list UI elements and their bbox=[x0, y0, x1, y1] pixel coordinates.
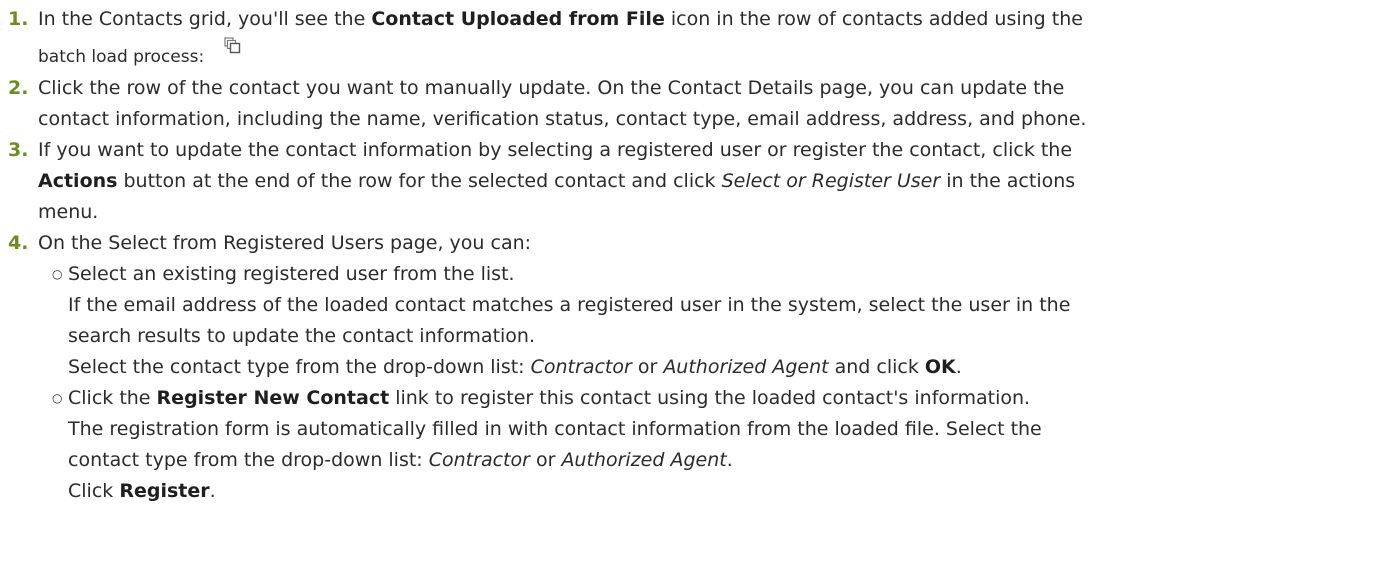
text: and click bbox=[828, 356, 925, 378]
text: Select the contact type from the drop-do… bbox=[68, 356, 531, 378]
step-body: In the Contacts grid, you'll see the Con… bbox=[38, 4, 1380, 73]
step-body: If you want to update the contact inform… bbox=[38, 135, 1380, 228]
step-body: On the Select from Registered Users page… bbox=[38, 228, 1380, 507]
step-4-intro: On the Select from Registered Users page… bbox=[38, 232, 532, 254]
text: contact type from the drop-down list: bbox=[68, 449, 429, 471]
contact-uploaded-label: Contact Uploaded from File bbox=[371, 8, 665, 30]
ok-label: OK bbox=[924, 356, 956, 378]
text: . bbox=[726, 449, 733, 471]
option-1-line-1: Select an existing registered user from … bbox=[68, 263, 515, 285]
step-1: 1. In the Contacts grid, you'll see the … bbox=[8, 4, 1380, 73]
option-2-line-1: Click the Register New Contact link to r… bbox=[68, 383, 1380, 414]
option-2-line-2: The registration form is automatically f… bbox=[68, 418, 1042, 440]
option-register-new: ○ Click the Register New Contact link to… bbox=[38, 383, 1380, 507]
step-3-line-2: Actions button at the end of the row for… bbox=[38, 166, 1380, 197]
contractor-label: Contractor bbox=[530, 356, 632, 378]
steps-list: 1. In the Contacts grid, you'll see the … bbox=[8, 4, 1380, 507]
option-2-line-3: contact type from the drop-down list: Co… bbox=[68, 445, 1380, 476]
step-number: 4. bbox=[8, 232, 29, 254]
step-1-line-1: In the Contacts grid, you'll see the Con… bbox=[38, 4, 1380, 35]
option-body: Select an existing registered user from … bbox=[68, 259, 1380, 383]
copy-icon bbox=[224, 33, 241, 64]
text: in the actions bbox=[940, 170, 1076, 192]
option-select-existing: ○ Select an existing registered user fro… bbox=[38, 259, 1380, 383]
text: . bbox=[955, 356, 962, 378]
document: 1. In the Contacts grid, you'll see the … bbox=[0, 4, 1386, 507]
authorized-agent-label: Authorized Agent bbox=[561, 449, 727, 471]
bullet-icon: ○ bbox=[52, 391, 63, 405]
text: link to register this contact using the … bbox=[389, 387, 1031, 409]
text: icon in the row of contacts added using … bbox=[664, 8, 1083, 30]
option-2-line-4: Click Register. bbox=[68, 476, 1380, 507]
text: batch load process: bbox=[38, 47, 205, 67]
option-1-line-2: If the email address of the loaded conta… bbox=[68, 294, 1071, 316]
options-list: ○ Select an existing registered user fro… bbox=[38, 259, 1380, 507]
text: Click bbox=[68, 480, 120, 502]
option-1-line-3: search results to update the contact inf… bbox=[68, 325, 536, 347]
register-new-contact-label: Register New Contact bbox=[156, 387, 390, 409]
step-2-line-1: Click the row of the contact you want to… bbox=[38, 77, 1065, 99]
authorized-agent-label: Authorized Agent bbox=[663, 356, 829, 378]
step-4: 4. On the Select from Registered Users p… bbox=[8, 228, 1380, 507]
step-3-line-3: menu. bbox=[38, 201, 99, 223]
text: In the Contacts grid, you'll see the bbox=[38, 8, 372, 30]
step-3-line-1: If you want to update the contact inform… bbox=[38, 139, 1073, 161]
text: . bbox=[209, 480, 216, 502]
step-3: 3. If you want to update the contact inf… bbox=[8, 135, 1380, 228]
step-body: Click the row of the contact you want to… bbox=[38, 73, 1380, 135]
step-number: 3. bbox=[8, 139, 29, 161]
text: Click the bbox=[68, 387, 157, 409]
option-1-line-4: Select the contact type from the drop-do… bbox=[68, 352, 1380, 383]
step-number: 1. bbox=[8, 8, 29, 30]
step-2: 2. Click the row of the contact you want… bbox=[8, 73, 1380, 135]
text: button at the end of the row for the sel… bbox=[117, 170, 722, 192]
bullet-icon: ○ bbox=[52, 267, 63, 281]
option-body: Click the Register New Contact link to r… bbox=[68, 383, 1380, 507]
register-label: Register bbox=[119, 480, 210, 502]
text: or bbox=[631, 356, 664, 378]
select-or-register-label: Select or Register User bbox=[721, 170, 941, 192]
contractor-label: Contractor bbox=[428, 449, 530, 471]
step-1-line-2: batch load process: bbox=[38, 37, 1380, 73]
actions-label: Actions bbox=[38, 170, 118, 192]
step-number: 2. bbox=[8, 77, 29, 99]
step-2-line-2: contact information, including the name,… bbox=[38, 108, 1087, 130]
text: or bbox=[529, 449, 562, 471]
